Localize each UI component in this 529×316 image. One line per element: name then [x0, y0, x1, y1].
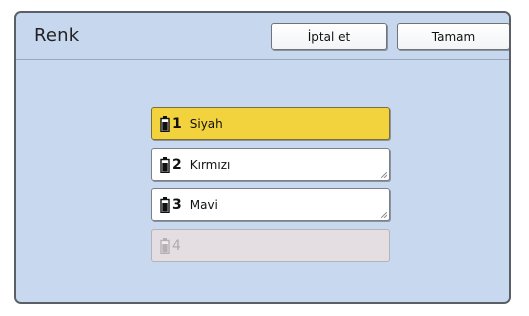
option-label: Siyah [189, 116, 223, 131]
dialog-header: Renk İptal et Tamam [16, 13, 509, 59]
ok-button[interactable]: Tamam [397, 23, 509, 50]
cancel-button[interactable]: İptal et [271, 23, 387, 50]
dialog-body: 1 Siyah 2 Kırmızı 3 Mavi 4 [16, 60, 509, 302]
color-option-3[interactable]: 3 Mavi [151, 188, 390, 221]
ink-cartridge-icon [160, 156, 170, 173]
resize-grip-icon [381, 212, 387, 218]
color-option-1[interactable]: 1 Siyah [151, 107, 390, 140]
option-label: Mavi [189, 197, 218, 212]
option-number: 3 [172, 196, 182, 213]
ink-cartridge-icon [160, 196, 170, 213]
ink-cartridge-icon [160, 237, 170, 254]
ink-cartridge-icon [160, 115, 170, 132]
dialog-title: Renk [34, 25, 80, 46]
color-option-2[interactable]: 2 Kırmızı [151, 148, 390, 181]
option-number: 1 [172, 115, 182, 132]
option-label: Kırmızı [189, 157, 231, 172]
option-number: 2 [172, 156, 182, 173]
color-option-4: 4 [151, 229, 390, 262]
option-number: 4 [172, 237, 181, 254]
color-dialog: Renk İptal et Tamam 1 Siyah 2 Kırmızı 3 … [14, 11, 511, 304]
resize-grip-icon [381, 172, 387, 178]
